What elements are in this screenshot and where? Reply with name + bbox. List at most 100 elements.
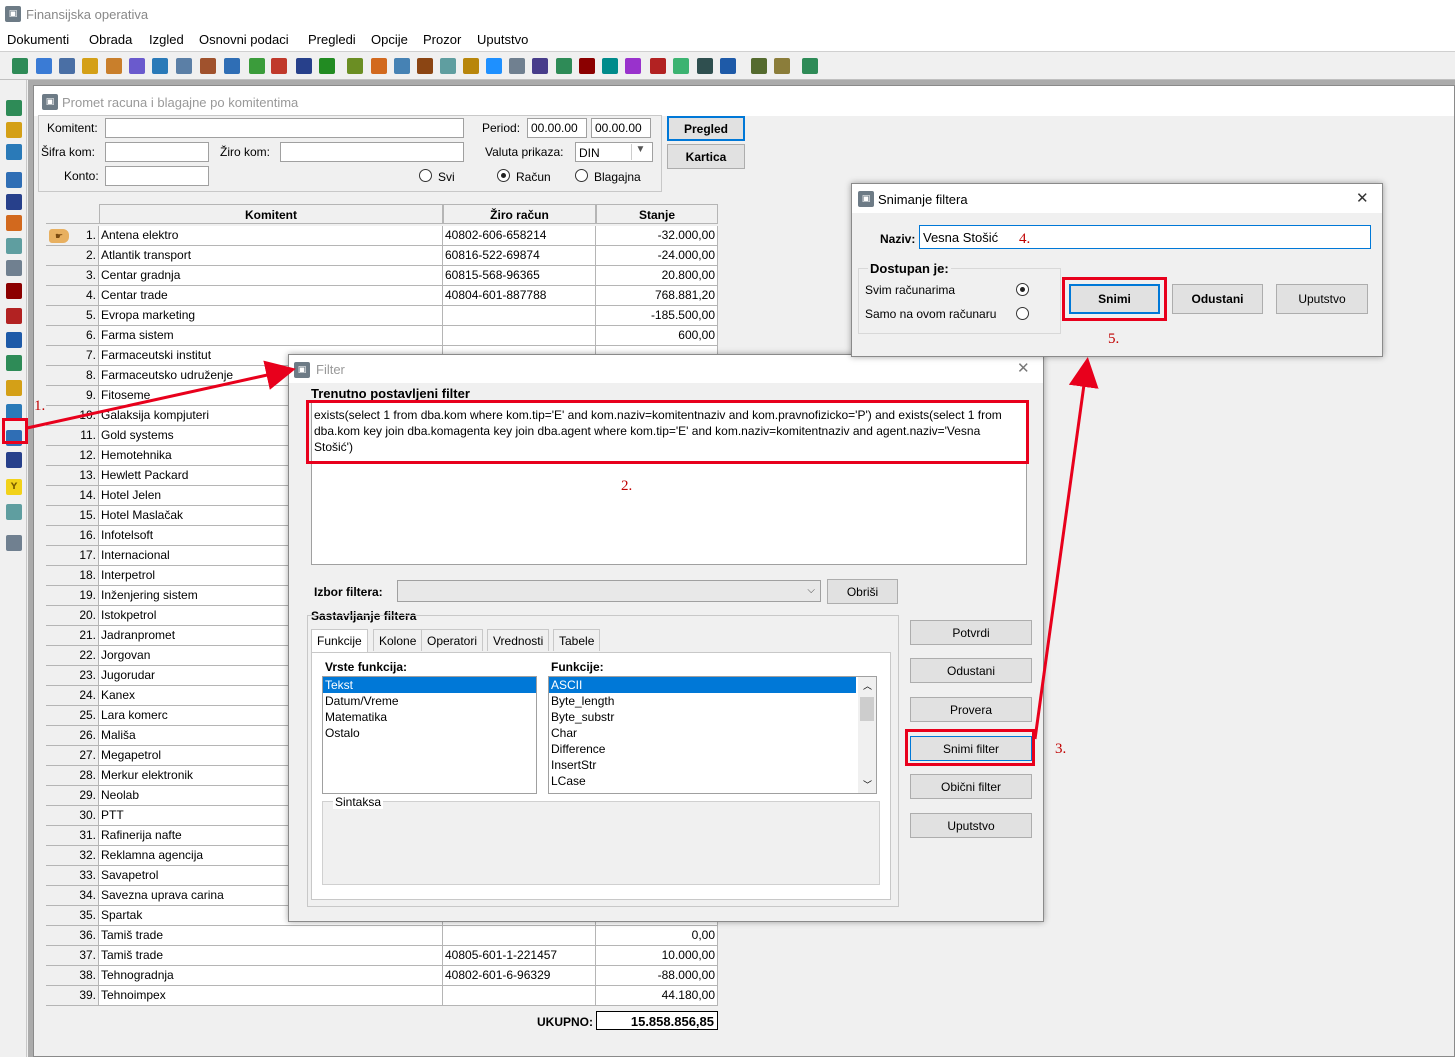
side-tool-icon[interactable] [6,194,22,210]
menu-osnovni-podaci[interactable]: Osnovni podaci [199,32,289,47]
list-item[interactable]: Matematika [323,709,536,725]
toolbar-tool-icon[interactable] [347,58,363,74]
save-uputstvo-button[interactable]: Uputstvo [1276,284,1368,314]
obrisi-button[interactable]: Obriši [827,579,898,604]
tab-funkcije[interactable]: Funkcije [311,629,368,653]
potvrdi-button[interactable]: Potvrdi [910,620,1032,645]
menu-izgled[interactable]: Izgled [149,32,184,47]
period-from-input[interactable] [527,118,587,138]
toolbar-tool-icon[interactable] [532,58,548,74]
grid-header-komitent[interactable]: Komitent [99,204,443,224]
chevron-down-icon[interactable]: ﹀ [863,777,872,793]
menu-dokumenti[interactable]: Dokumenti [7,32,69,47]
side-tool-icon[interactable] [6,332,22,348]
toolbar-tool-icon[interactable] [751,58,767,74]
side-tool-icon[interactable] [6,100,22,116]
kartica-button[interactable]: Kartica [667,144,745,169]
radio-svim[interactable] [1016,283,1029,296]
toolbar-tool-icon[interactable] [59,58,75,74]
save-odustani-button[interactable]: Odustani [1172,284,1263,314]
side-tool-icon[interactable] [6,504,22,520]
radio-blagajna[interactable] [575,169,588,182]
side-tool-icon[interactable] [6,535,22,551]
side-tool-icon[interactable] [6,260,22,276]
table-row[interactable]: 37. Tamiš trade 40805-601-1-221457 10.000,0… [46,946,718,966]
toolbar-tool-icon[interactable] [296,58,312,74]
grid-header-stanje[interactable]: Stanje [596,204,718,224]
menu-prozor[interactable]: Prozor [423,32,461,47]
uputstvo-button[interactable]: Uputstvo [910,813,1032,838]
table-row[interactable]: 36. Tamiš trade 0,00 [46,926,718,946]
list-item[interactable]: LCase [549,773,876,789]
provera-button[interactable]: Provera [910,697,1032,722]
toolbar-tool-icon[interactable] [417,58,433,74]
toolbar-tool-icon[interactable] [129,58,145,74]
list-item[interactable]: Byte_length [549,693,876,709]
period-to-input[interactable] [591,118,651,138]
ziro-input[interactable] [280,142,464,162]
tab-tabele[interactable]: Tabele [553,629,601,651]
toolbar-tool-icon[interactable] [371,58,387,74]
table-row[interactable]: 5. Evropa marketing -185.500,00 [46,306,718,326]
toolbar-tool-icon[interactable] [463,58,479,74]
toolbar-tool-icon[interactable] [650,58,666,74]
list-item[interactable]: Tekst [323,677,536,693]
konto-input[interactable] [105,166,209,186]
odustani-button[interactable]: Odustani [910,658,1032,683]
naziv-input[interactable] [919,225,1371,249]
table-row[interactable]: 4. Centar trade 40804-601-887788 768.881,20 [46,286,718,306]
toolbar-tool-icon[interactable] [602,58,618,74]
toolbar-tool-icon[interactable] [394,58,410,74]
toolbar-tool-icon[interactable] [200,58,216,74]
toolbar-tool-icon[interactable] [509,58,525,74]
side-tool-icon[interactable] [6,380,22,396]
scrollbar[interactable]: ︿ ﹀ [858,677,876,793]
list-item[interactable]: Char [549,725,876,741]
filter-icon[interactable]: Y [6,479,22,495]
menu-pregledi[interactable]: Pregledi [308,32,356,47]
toolbar-tool-icon[interactable] [486,58,502,74]
toolbar-tool-icon[interactable] [774,58,790,74]
pregled-button[interactable]: Pregled [667,116,745,141]
menu-obrada[interactable]: Obrada [89,32,132,47]
valuta-select[interactable]: DIN ▼ [575,142,653,162]
toolbar-tool-icon[interactable] [176,58,192,74]
side-tool-icon[interactable] [6,238,22,254]
toolbar-tool-icon[interactable] [556,58,572,74]
table-row[interactable]: 39. Tehnoimpex 44.180,00 [46,986,718,1006]
toolbar-tool-icon[interactable] [36,58,52,74]
toolbar-tool-icon[interactable] [12,58,28,74]
side-tool-icon[interactable] [6,215,22,231]
list-item[interactable]: Byte_substr [549,709,876,725]
list-item[interactable]: InsertStr [549,757,876,773]
grid-header-ziro[interactable]: Žiro račun [443,204,596,224]
toolbar-tool-icon[interactable] [249,58,265,74]
close-icon[interactable]: ✕ [1017,359,1030,377]
toolbar-tool-icon[interactable] [82,58,98,74]
toolbar-tool-icon[interactable] [152,58,168,74]
close-icon[interactable]: ✕ [1356,189,1369,207]
scrollbar-thumb[interactable] [860,697,874,721]
izbor-select[interactable]: ⌵ [397,580,821,602]
list-item[interactable]: ASCII [549,677,856,693]
table-row[interactable]: 1. Antena elektro 40802-606-658214 -32.000,… [46,226,718,246]
side-tool-icon[interactable] [6,283,22,299]
chevron-up-icon[interactable]: ︿ [863,678,872,694]
table-row[interactable]: 3. Centar gradnja 60815-568-96365 20.800,00 [46,266,718,286]
vrste-list[interactable]: Tekst Datum/Vreme Matematika Ostalo [322,676,537,794]
menu-opcije[interactable]: Opcije [371,32,408,47]
side-tool-icon[interactable] [6,172,22,188]
tab-operatori[interactable]: Operatori [421,629,484,651]
toolbar-tool-icon[interactable] [224,58,240,74]
toolbar-tool-icon[interactable] [802,58,818,74]
side-tool-icon[interactable] [6,308,22,324]
toolbar-tool-icon[interactable] [720,58,736,74]
list-item[interactable]: Difference [549,741,876,757]
menu-uputstvo[interactable]: Uputstvo [477,32,528,47]
list-item[interactable]: Ostalo [323,725,536,741]
toolbar-tool-icon[interactable] [440,58,456,74]
tab-vrednosti[interactable]: Vrednosti [487,629,550,651]
tab-kolone[interactable]: Kolone [373,629,423,651]
toolbar-tool-icon[interactable] [625,58,641,74]
funkcije-list[interactable]: ASCII Byte_length Byte_substr Char Diffe… [548,676,877,794]
